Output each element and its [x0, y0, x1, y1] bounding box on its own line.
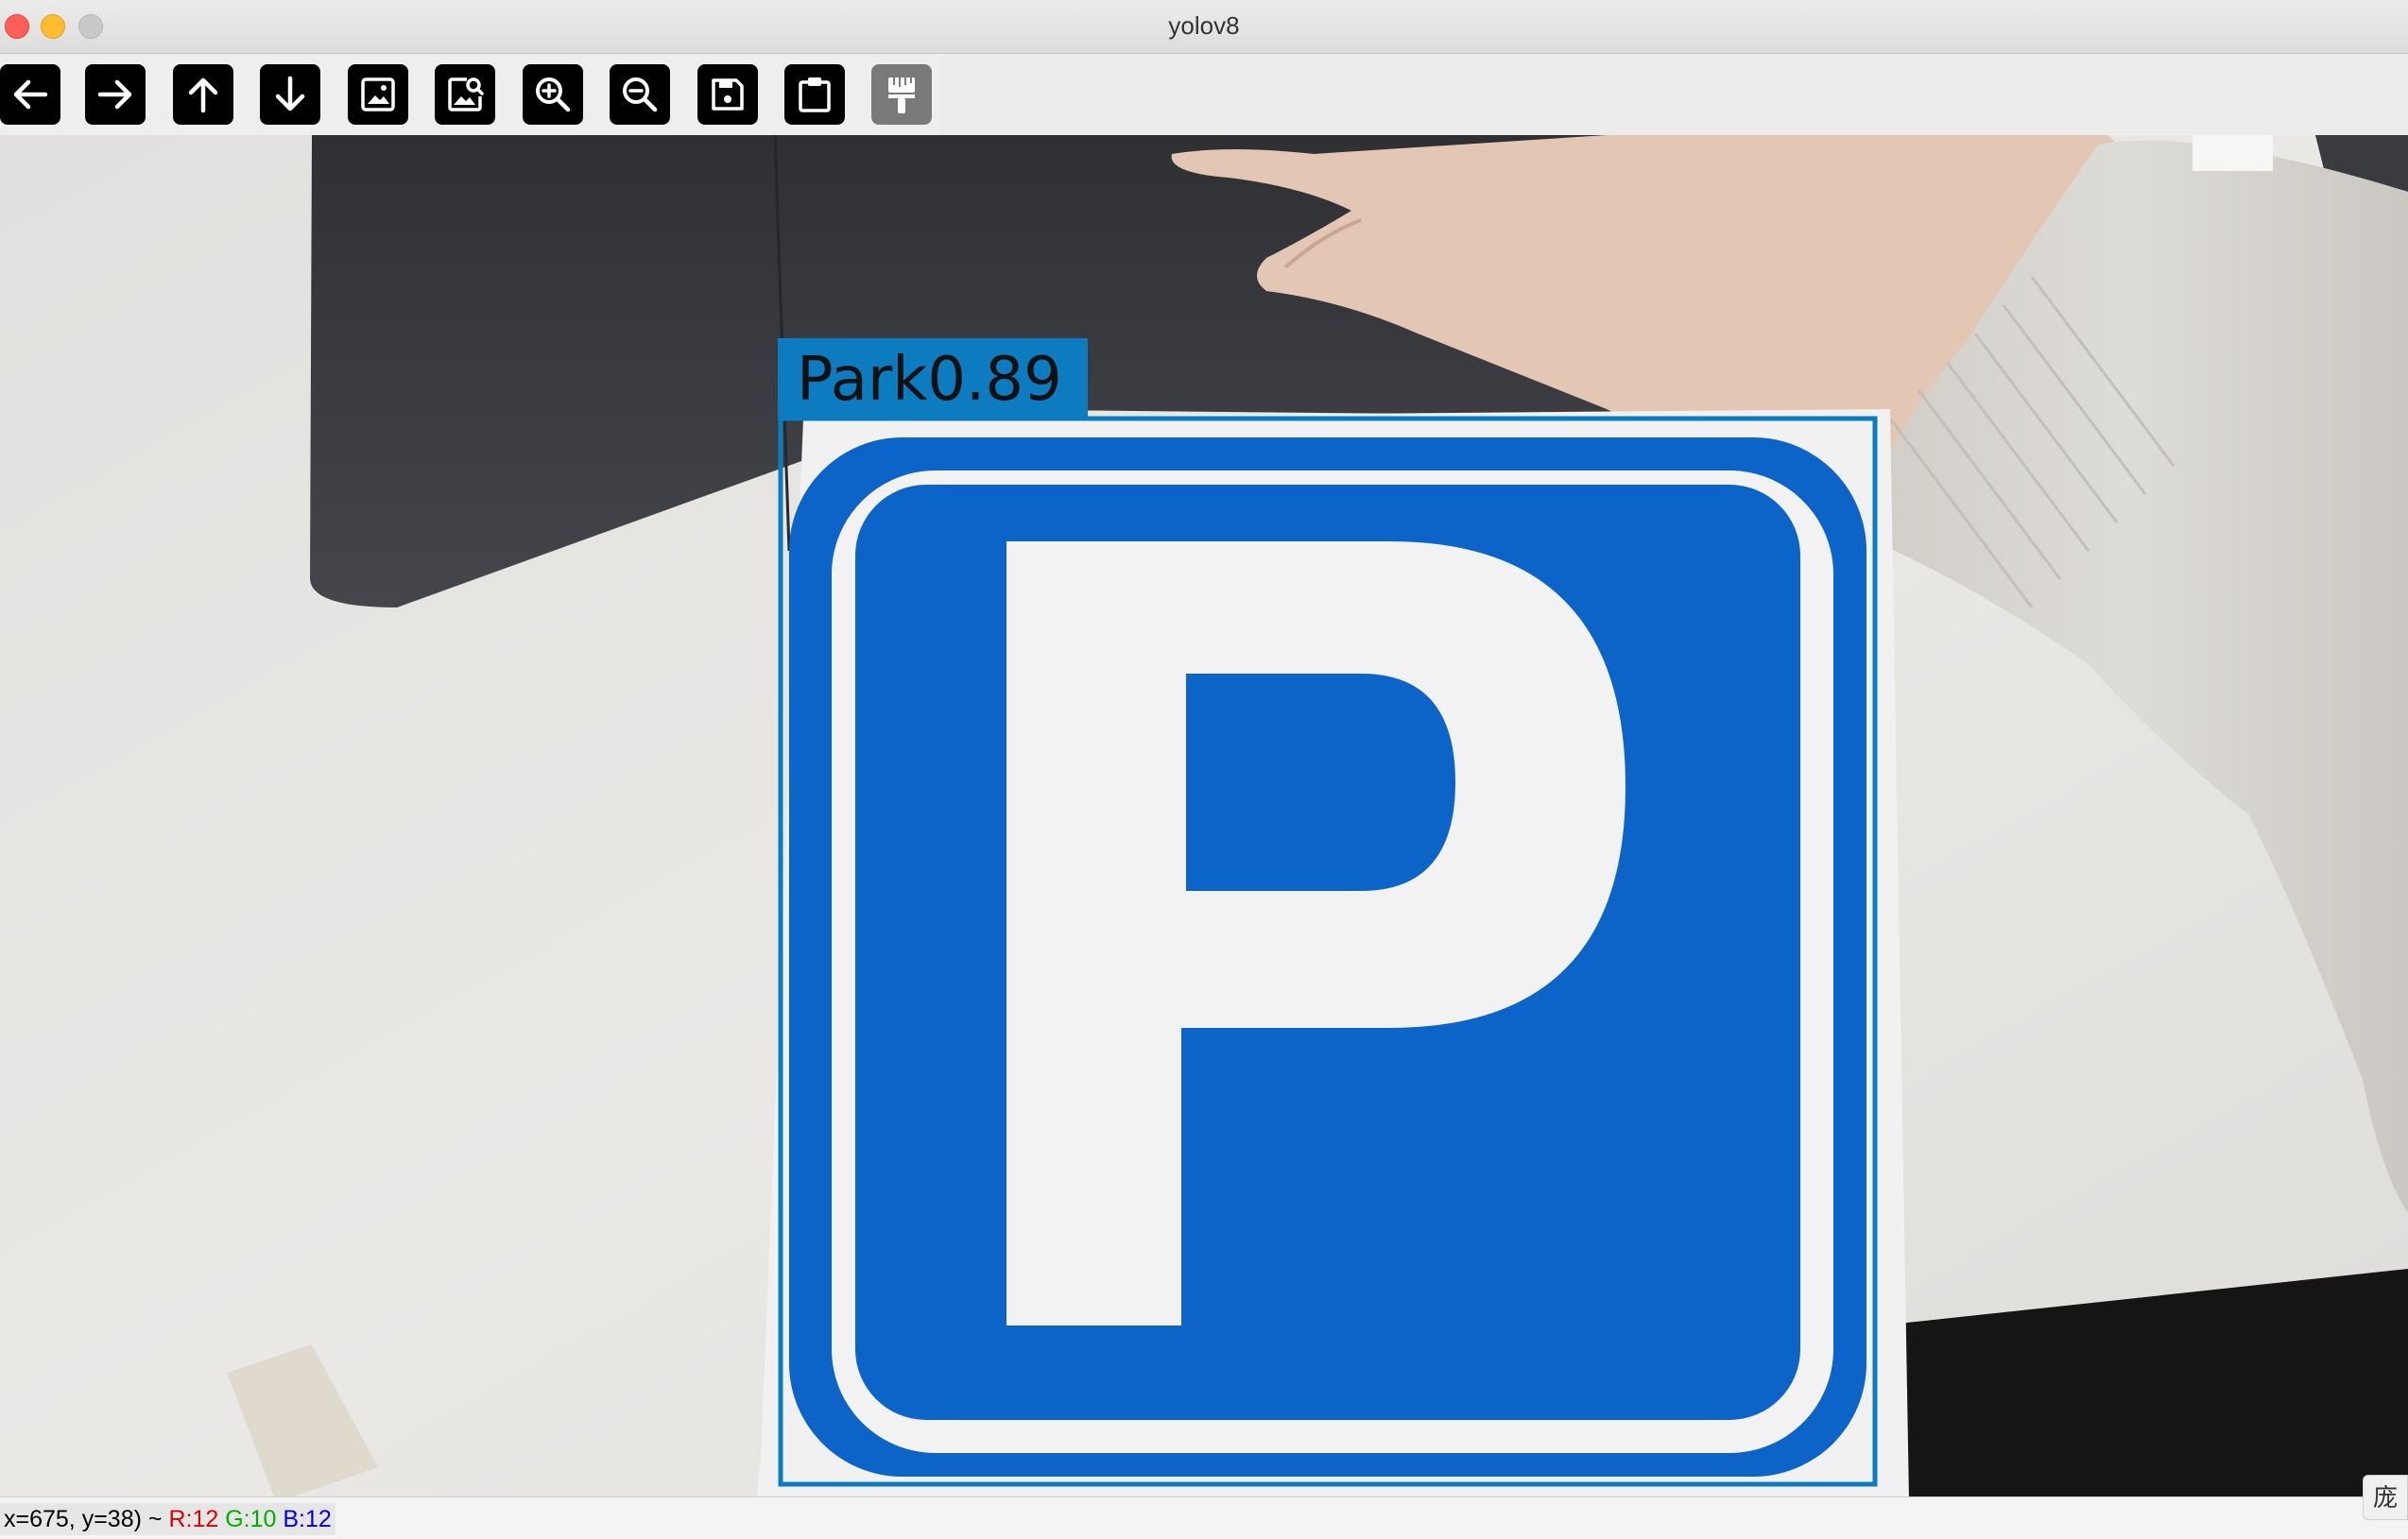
- zoom-out-button[interactable]: [610, 64, 670, 125]
- image-canvas[interactable]: Park0.89: [0, 135, 2408, 1496]
- window-title: yolov8: [1168, 11, 1240, 40]
- arrow-right-icon: [97, 79, 132, 110]
- image-icon: [361, 77, 395, 111]
- zoom-out-icon: [623, 77, 658, 112]
- zoom-in-button[interactable]: [523, 64, 583, 125]
- arrow-left-icon: [13, 79, 48, 110]
- corner-button[interactable]: 庞: [2363, 1475, 2408, 1520]
- back-button[interactable]: [0, 64, 60, 125]
- image-search-button[interactable]: [435, 64, 495, 125]
- parking-sign: [756, 409, 1909, 1496]
- clipboard-icon: [799, 77, 831, 112]
- toolbar-group: [0, 54, 940, 135]
- toolbar: [0, 54, 2408, 135]
- down-button[interactable]: [260, 64, 320, 125]
- zoom-in-icon: [536, 77, 571, 112]
- up-button[interactable]: [173, 64, 233, 125]
- image-button[interactable]: [348, 64, 408, 125]
- red-value: R:12: [168, 1506, 219, 1532]
- image-search-icon: [448, 77, 484, 111]
- camera-frame: Park0.89: [0, 135, 2408, 1496]
- detection-label: Park0.89: [797, 345, 1062, 415]
- arrow-down-icon: [275, 76, 305, 111]
- title-bar: yolov8: [0, 0, 2408, 54]
- sticker: [2193, 135, 2273, 171]
- status-bar: x=675, y=38) ~ R:12 G:10 B:12: [0, 1496, 2408, 1539]
- copy-button[interactable]: [784, 64, 845, 125]
- blue-value: B:12: [283, 1506, 332, 1532]
- save-button[interactable]: [697, 64, 758, 125]
- green-value: G:10: [225, 1506, 277, 1532]
- arrow-up-icon: [188, 77, 218, 113]
- status-readout: x=675, y=38) ~ R:12 G:10 B:12: [0, 1503, 335, 1535]
- properties-button[interactable]: [871, 64, 932, 125]
- paint-brush-icon: [888, 77, 915, 113]
- pixel-coords: x=675, y=38) ~: [4, 1506, 169, 1532]
- forward-button[interactable]: [85, 64, 146, 125]
- save-icon: [712, 78, 744, 111]
